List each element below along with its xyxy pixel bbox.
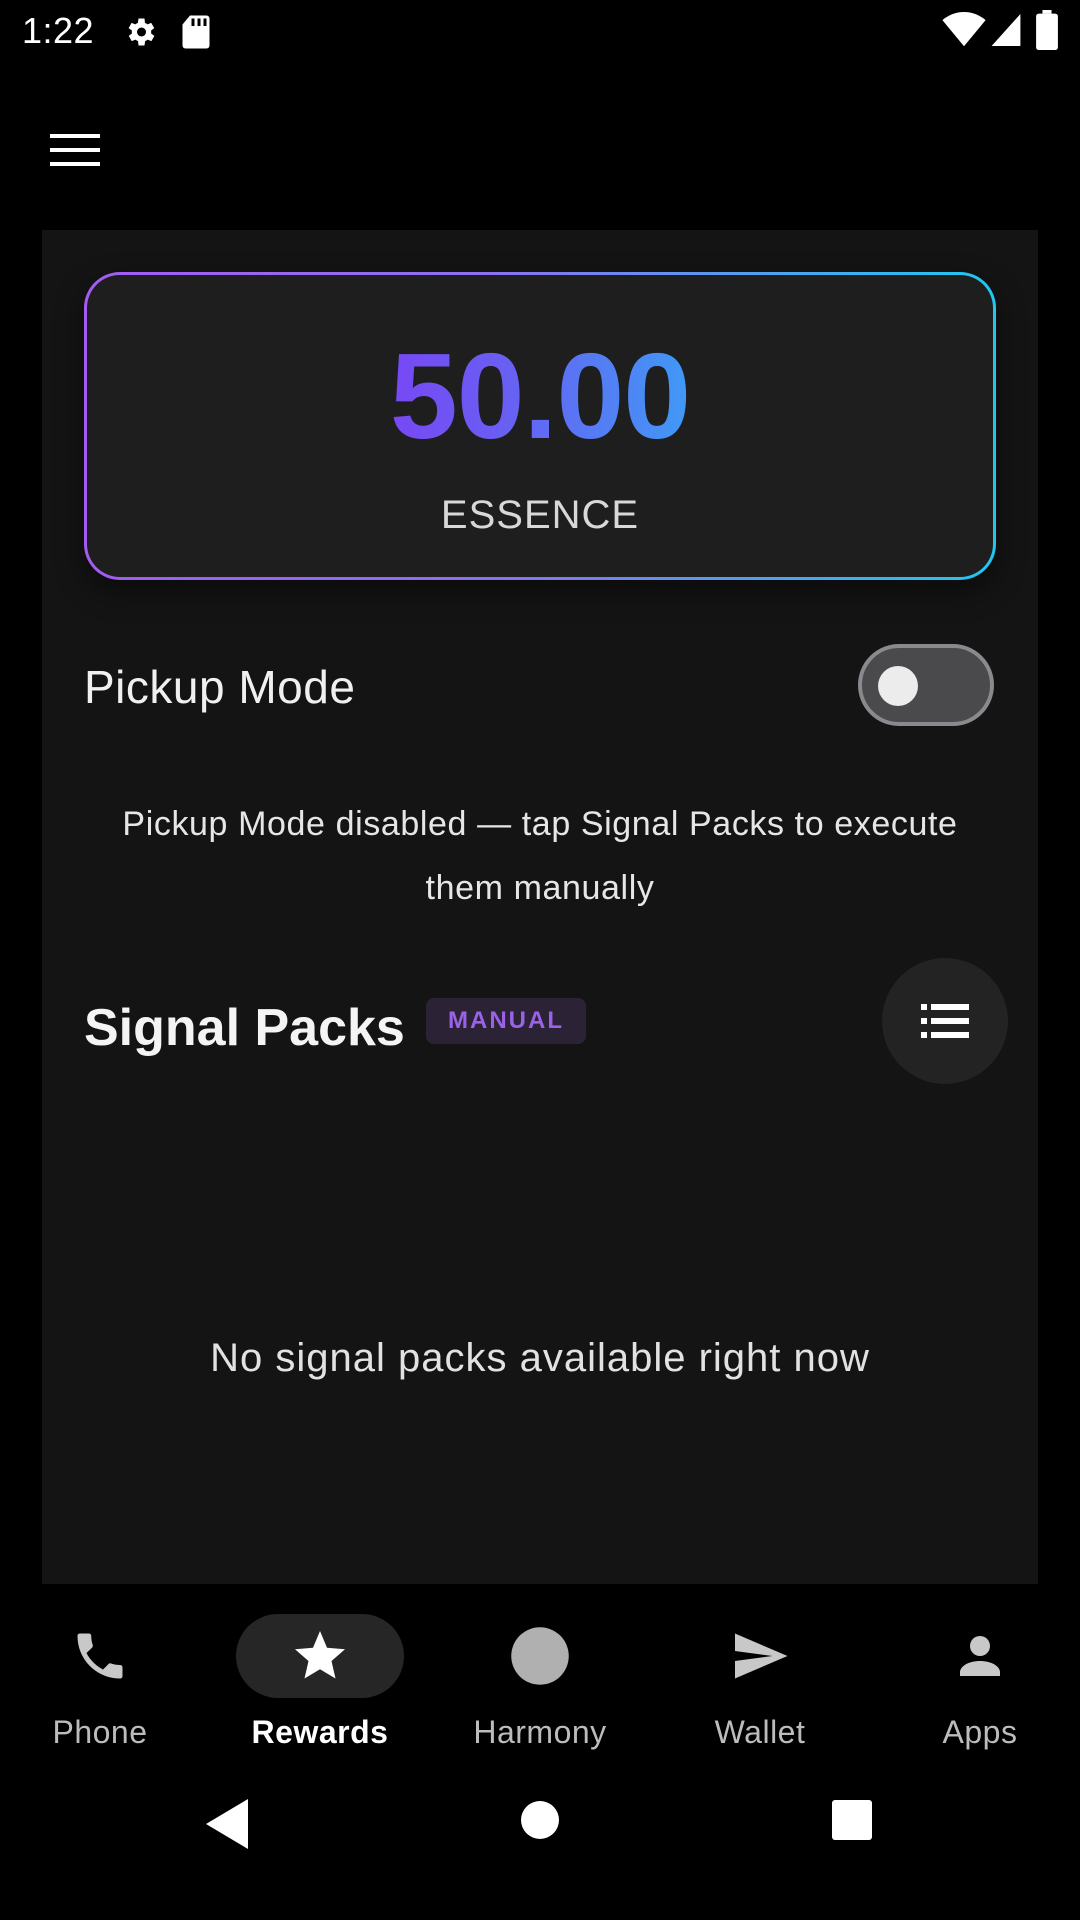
nav-item-rewards[interactable]: Rewards xyxy=(220,1584,420,1764)
balance-unit: ESSENCE xyxy=(440,493,640,537)
home-icon xyxy=(521,1801,559,1839)
nav-label-wallet: Wallet xyxy=(714,1714,806,1750)
signal-packs-title: Signal Packs xyxy=(84,999,405,1057)
menu-button[interactable] xyxy=(40,120,110,176)
menu-icon xyxy=(50,134,100,166)
balance-card: 50.00 ESSENCE xyxy=(84,272,996,580)
manual-badge: MANUAL xyxy=(426,998,586,1044)
status-time: 1:22 xyxy=(22,10,95,51)
signal-packs-list-button[interactable] xyxy=(882,958,1008,1084)
nav-item-phone[interactable]: Phone xyxy=(0,1584,200,1764)
toggle-knob xyxy=(878,666,918,706)
circle-icon xyxy=(511,1627,569,1685)
back-button[interactable] xyxy=(196,1794,256,1854)
balance-value: 50.00 xyxy=(87,335,993,457)
recents-button[interactable] xyxy=(826,1794,878,1846)
pickup-mode-description: Pickup Mode disabled — tap Signal Packs … xyxy=(122,805,958,907)
phone-icon xyxy=(77,1633,123,1679)
signal-icon xyxy=(990,12,1022,53)
system-navigation-bar xyxy=(0,1764,1080,1920)
pickup-mode-label: Pickup Mode xyxy=(84,661,356,713)
star-icon xyxy=(295,1631,345,1679)
nav-label-rewards: Rewards xyxy=(251,1714,389,1750)
settings-icon xyxy=(122,14,158,55)
pickup-mode-toggle[interactable] xyxy=(858,644,994,726)
person-icon xyxy=(960,1636,1000,1676)
battery-icon xyxy=(1036,10,1058,55)
bottom-navigation: Phone Rewards Harmony Wallet Apps xyxy=(0,1584,1080,1764)
nav-label-phone: Phone xyxy=(52,1714,148,1750)
send-icon xyxy=(735,1633,788,1679)
nav-item-harmony[interactable]: Harmony xyxy=(440,1584,640,1764)
status-bar: 1:22 xyxy=(0,0,1080,64)
nav-item-wallet[interactable]: Wallet xyxy=(660,1584,860,1764)
list-icon xyxy=(921,1004,969,1038)
recents-icon xyxy=(832,1800,872,1840)
back-icon xyxy=(206,1799,248,1849)
nav-item-apps[interactable]: Apps xyxy=(880,1584,1080,1764)
wifi-icon xyxy=(942,12,986,53)
nav-label-harmony: Harmony xyxy=(473,1714,607,1750)
sd-card-icon xyxy=(180,14,212,55)
nav-label-apps: Apps xyxy=(942,1714,1018,1750)
home-button[interactable] xyxy=(514,1794,566,1846)
empty-state-message: No signal packs available right now xyxy=(210,1336,870,1380)
rewards-panel: 50.00 ESSENCE Pickup Mode Pickup Mode di… xyxy=(42,230,1038,1584)
